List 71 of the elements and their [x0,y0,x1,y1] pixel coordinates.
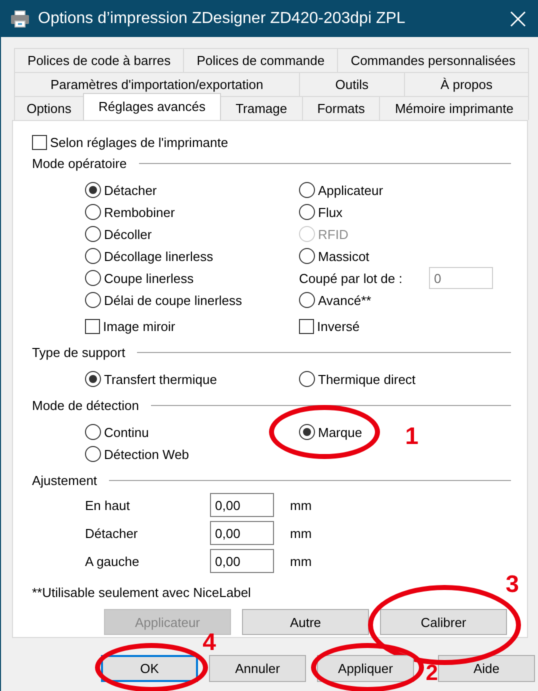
checkbox[interactable] [299,318,314,334]
tab[interactable]: Paramètres d'importation/exportation [14,72,300,96]
section-title: Type de support [32,344,126,360]
checkbox[interactable] [85,318,100,334]
radio-label: Coupe linerless [104,270,194,286]
section-title: Ajustement [32,472,98,488]
button[interactable]: Appliquer [317,655,414,682]
radio-label: Massicot [318,248,370,264]
field-label: A gauche [85,554,140,568]
field-label: Coupé par lot de : [299,270,404,286]
radio-label: Applicateur [318,182,384,198]
tab[interactable]: Commandes personnalisées [337,48,529,72]
radio-label: Détection Web [104,446,190,462]
checkbox-label: Image miroir [103,318,176,334]
field-label: En haut [85,498,131,512]
radio-button[interactable] [85,270,101,286]
radio-button[interactable] [299,292,315,308]
radio-button[interactable] [85,248,101,264]
radio-button[interactable] [85,226,101,242]
radio-label: Décollage linerless [104,248,214,264]
annotation-number: 1 [405,425,418,449]
checkbox[interactable] [32,134,47,150]
unit-label: mm [290,498,312,512]
button[interactable]: Autre [242,609,369,635]
annotation-number: 3 [506,573,519,597]
footnote: **Utilisable seulement avec NiceLabel [32,584,252,602]
radio-button[interactable] [299,204,315,220]
radio-label: Délai de coupe linerless [104,292,242,308]
radio-button[interactable] [85,424,101,440]
radio-label: Thermique direct [318,372,416,386]
radio-label: Marque [318,424,362,440]
radio-button[interactable] [299,371,315,387]
radio-label: Décoller [104,226,152,242]
button[interactable]: OK [101,655,198,682]
field-label: Détacher [85,526,139,540]
close-icon[interactable] [510,10,526,26]
section-title: Mode de détection [32,398,139,412]
tab[interactable]: À propos [404,72,529,96]
radio-label: Rembobiner [104,204,175,220]
radio-label: Flux [318,204,343,220]
tab[interactable]: Options [14,96,84,120]
radio-button[interactable] [85,182,101,198]
checkbox-label: Selon réglages de l'imprimante [50,134,228,150]
radio-button[interactable] [85,204,101,220]
tab[interactable]: Mémoire imprimante [379,96,529,120]
unit-label: mm [290,554,312,568]
button[interactable]: Annuler [209,655,306,682]
radio-label: Transfert thermique [104,372,217,386]
input-field[interactable]: 0,00 [210,521,274,545]
input-field[interactable]: 0,00 [210,549,274,573]
input-field[interactable]: 0,00 [210,493,274,517]
radio-button[interactable] [85,292,101,308]
tab[interactable]: Réglages avancés [83,93,222,120]
window-title: Options d’impression ZDesigner ZD420-203dpi ZPL [38,10,406,28]
radio-button[interactable] [299,248,315,264]
tab[interactable]: Polices de code à barres [14,48,184,72]
button[interactable]: Calibrer [380,609,507,635]
annotation-number: 2 [426,661,438,685]
radio-label: Continu [104,424,149,440]
printer-icon [10,10,30,28]
radio-button[interactable] [299,182,315,198]
radio-button[interactable] [85,371,101,387]
unit-label: mm [290,526,312,540]
radio-label: Avancé** [318,292,372,308]
radio-label: Détacher [104,182,157,198]
radio-button[interactable] [85,446,101,462]
section-title: Mode opératoire [32,156,127,170]
radio-button[interactable] [299,424,315,440]
radio-label: RFID [318,226,348,242]
button[interactable]: Aide [438,655,535,682]
checkbox-label: Inversé [317,318,360,334]
